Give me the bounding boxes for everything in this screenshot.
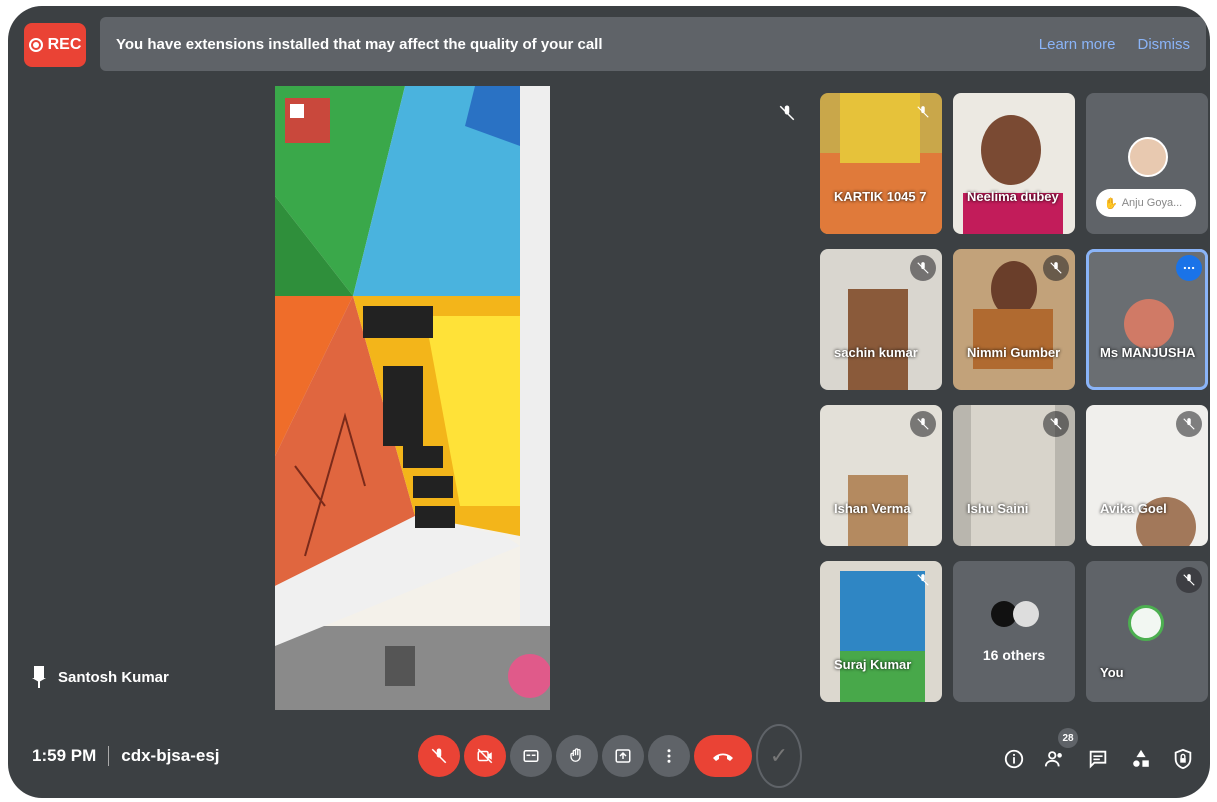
meet-window: REC You have extensions installed that m…	[8, 6, 1210, 798]
chat-icon	[1089, 750, 1107, 769]
meeting-details-button[interactable]	[999, 744, 1029, 774]
participant-name: Avika Goel	[1100, 501, 1167, 516]
learn-more-link[interactable]: Learn more	[1039, 36, 1116, 53]
participant-name: Nimmi Gumber	[967, 345, 1061, 360]
presenter-label: Santosh Kumar	[32, 666, 169, 688]
activities-icon	[1133, 749, 1149, 767]
participant-name: You	[1100, 665, 1124, 680]
others-count: 16 others	[982, 647, 1046, 663]
participant-name: Suraj Kumar	[834, 657, 912, 672]
record-icon	[28, 38, 43, 52]
mic-off-icon	[1043, 255, 1069, 281]
main-mic-off-icon	[778, 104, 796, 127]
banner-message: You have extensions installed that may a…	[116, 35, 603, 53]
people-icon	[1044, 751, 1062, 767]
participant-name: Neelima dubey	[967, 189, 1059, 204]
participant-tile-ishan[interactable]: Ishan Verma	[820, 405, 942, 546]
divider	[108, 746, 110, 766]
dismiss-button[interactable]: Dismiss	[1138, 36, 1191, 53]
info-icon	[1004, 749, 1024, 769]
participant-name: Ishan Verma	[834, 501, 911, 516]
presenter-name: Santosh Kumar	[58, 668, 169, 686]
participant-name: Ishu Saini	[967, 501, 1029, 516]
participant-tile-kartik[interactable]: KARTIK 1045 7	[820, 93, 942, 234]
camera-off-icon	[477, 748, 493, 764]
more-options-icon[interactable]	[1176, 255, 1202, 281]
host-controls-button[interactable]	[1168, 744, 1198, 774]
participant-tile-neelima[interactable]: Neelima dubey	[953, 93, 1075, 234]
participant-name: sachin kumar	[834, 345, 918, 360]
more-options-button[interactable]	[648, 735, 690, 777]
raised-hand-chip: ✋ Anju Goya...	[1096, 189, 1196, 217]
more-vert-icon	[667, 749, 671, 763]
meeting-code: cdx-bjsa-esj	[121, 746, 220, 765]
captions-button[interactable]	[510, 735, 552, 777]
raised-hand-icon: ✋	[1104, 197, 1118, 210]
mic-off-icon	[910, 411, 936, 437]
mic-off-icon	[1176, 567, 1202, 593]
extension-check-button[interactable]: ✓	[756, 724, 802, 788]
participant-name: Ms MANJUSHA	[1100, 345, 1196, 360]
meeting-time: 1:59 PM	[32, 746, 97, 765]
present-icon	[615, 749, 631, 763]
participant-tile-sachin[interactable]: sachin kumar	[820, 249, 942, 390]
captions-icon	[523, 750, 539, 762]
mic-off-icon	[1043, 411, 1069, 437]
leave-call-button[interactable]	[694, 735, 752, 777]
mic-off-icon	[1176, 411, 1202, 437]
main-video[interactable]	[275, 86, 550, 710]
mic-off-icon	[910, 567, 936, 593]
participant-tile-nimmi[interactable]: Nimmi Gumber	[953, 249, 1075, 390]
mic-off-icon	[910, 255, 936, 281]
participant-name: KARTIK 1045 7	[834, 189, 927, 204]
extensions-banner: You have extensions installed that may a…	[100, 17, 1206, 71]
hand-icon	[570, 748, 581, 762]
camera-toggle-button[interactable]	[464, 735, 506, 777]
chat-button[interactable]	[1083, 744, 1113, 774]
mic-off-icon	[431, 748, 447, 764]
participant-tile-suraj[interactable]: Suraj Kumar	[820, 561, 942, 702]
mic-toggle-button[interactable]	[418, 735, 460, 777]
check-icon: ✓	[769, 743, 789, 768]
people-button[interactable]	[1040, 744, 1070, 774]
present-button[interactable]	[602, 735, 644, 777]
mic-off-icon	[910, 99, 936, 125]
participant-name: Anju Goya...	[1121, 197, 1183, 209]
activities-button[interactable]	[1126, 744, 1156, 774]
shared-painting	[275, 86, 550, 710]
recording-indicator: REC	[24, 23, 86, 67]
self-tile[interactable]: You	[1086, 561, 1208, 702]
shield-lock-icon	[1174, 748, 1192, 770]
participant-tile-avika[interactable]: Avika Goel	[1086, 405, 1208, 546]
participant-tile-manjusha[interactable]: Ms MANJUSHA	[1086, 249, 1208, 390]
participant-tile-anju[interactable]: ✋ Anju Goya...	[1086, 93, 1208, 234]
others-tile[interactable]: 16 others	[953, 561, 1075, 702]
participant-count-badge: 28	[1058, 728, 1078, 748]
hang-up-icon	[713, 753, 733, 761]
pin-icon	[32, 666, 46, 688]
meeting-info: 1:59 PM cdx-bjsa-esj	[32, 746, 220, 766]
rec-label: REC	[47, 36, 82, 53]
participant-tile-ishu[interactable]: Ishu Saini	[953, 405, 1075, 546]
raise-hand-button[interactable]	[556, 735, 598, 777]
